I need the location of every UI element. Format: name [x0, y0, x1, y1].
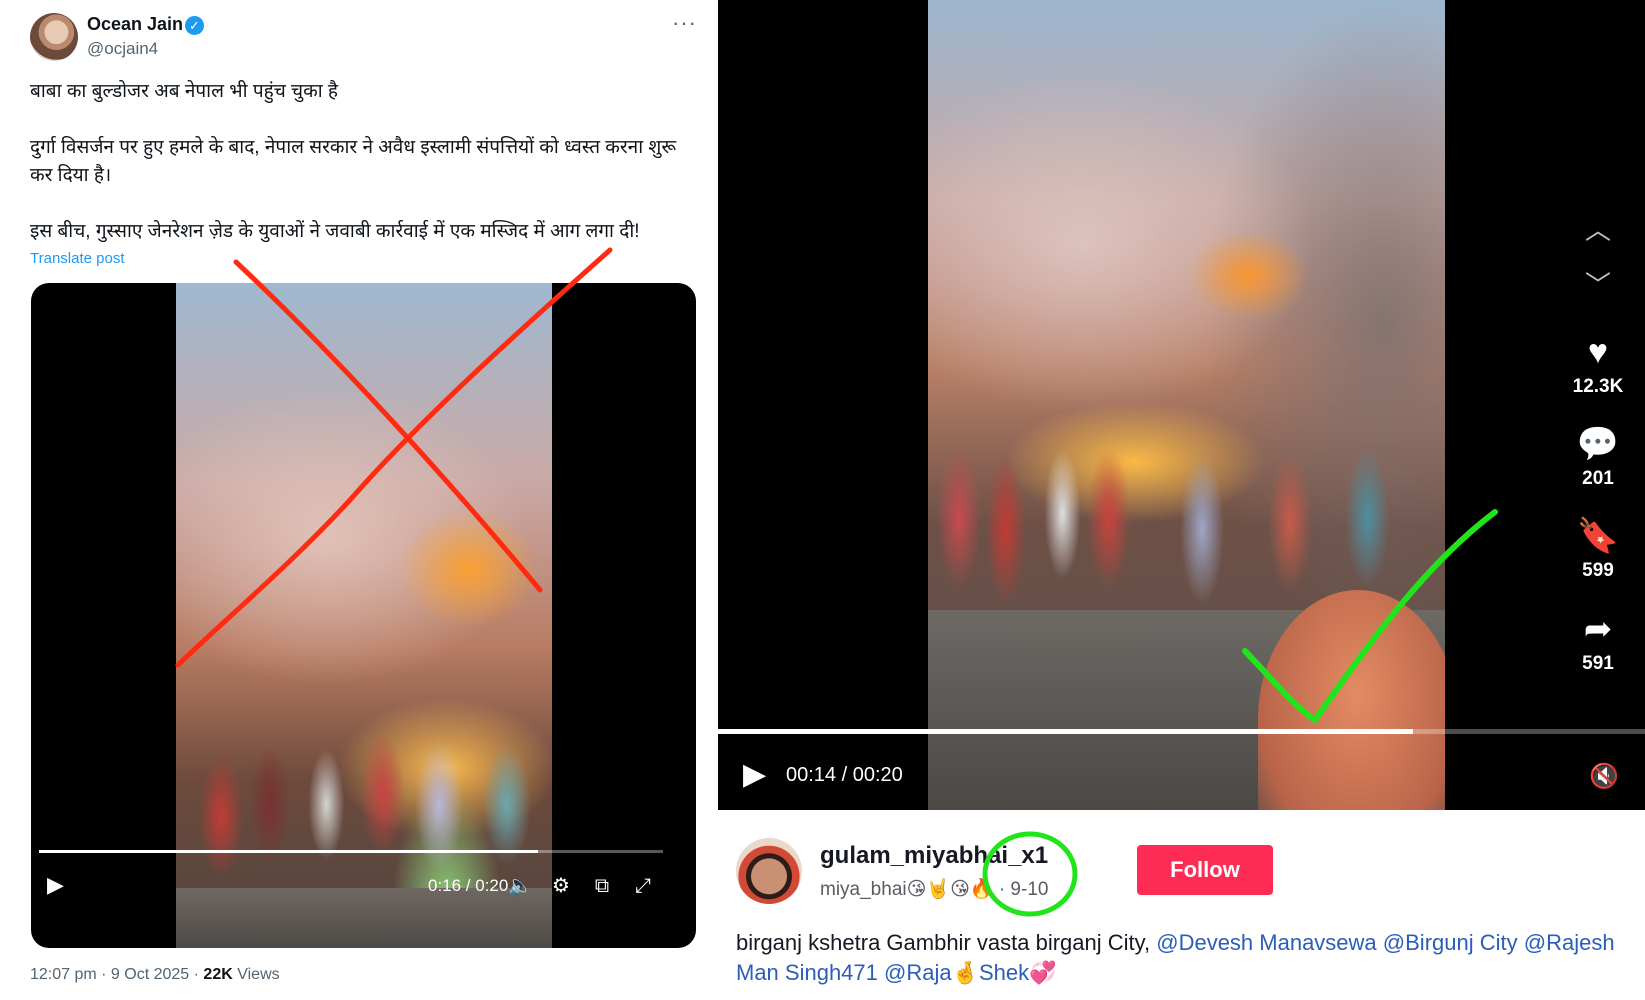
- verified-badge-icon: ✓: [185, 16, 204, 35]
- post-date: · 9-10: [998, 879, 1049, 900]
- play-icon[interactable]: ▶: [47, 870, 77, 900]
- views-count: 22K: [203, 966, 233, 983]
- comment-icon: 💬: [1576, 425, 1620, 463]
- mute-icon[interactable]: 🔇: [1584, 760, 1624, 794]
- ellipsis-icon[interactable]: ···: [672, 10, 697, 36]
- tweet-paragraph: इस बीच, गुस्साए जेनरेशन ज़ेड के युवाओं न…: [30, 221, 640, 242]
- video-progress-bar[interactable]: [39, 850, 663, 853]
- video-time: 0:16 / 0:20: [428, 876, 509, 895]
- comment-button[interactable]: 💬 201: [1570, 424, 1626, 490]
- creator-nickname-line: miya_bhai😘🤘😘🔥 · 9-10: [820, 877, 1048, 901]
- video-caption: birganj kshetra Gambhir vasta birganj Ci…: [736, 928, 1636, 988]
- video-frame-fire-scene: [928, 0, 1445, 810]
- settings-gear-icon[interactable]: ⚙: [547, 872, 575, 900]
- chevron-down-icon[interactable]: ﹀: [1580, 270, 1616, 300]
- picture-in-picture-icon[interactable]: ⧉: [588, 872, 616, 900]
- tiktok-post: ︿ ﹀ ♥ 12.3K 💬 201 🔖 599 ➦ 591 ▶ 00:14 / …: [718, 0, 1645, 1000]
- author-handle[interactable]: @ocjain4: [87, 39, 158, 59]
- share-button[interactable]: ➦ 591: [1570, 609, 1626, 675]
- post-meta: 12:07 pm · 9 Oct 2025 · 22K Views: [30, 966, 280, 983]
- comment-count: 201: [1582, 468, 1614, 489]
- video-progress-bar[interactable]: [718, 729, 1645, 734]
- caption-mention[interactable]: @Birgunj City: [1383, 930, 1518, 955]
- translate-post-link[interactable]: Translate post: [30, 250, 125, 267]
- save-button[interactable]: 🔖 599: [1570, 516, 1626, 582]
- creator-username[interactable]: gulam_miyabhai_x1: [820, 842, 1048, 870]
- follow-button[interactable]: Follow: [1137, 845, 1273, 895]
- share-count: 591: [1582, 653, 1614, 674]
- post-timestamp[interactable]: 12:07 pm · 9 Oct 2025: [30, 966, 189, 983]
- tweet-text: बाबा का बुल्डोजर अब नेपाल भी पहुंच चुका …: [30, 78, 695, 274]
- views-label: Views: [237, 966, 280, 983]
- tweet-post: Ocean Jain ✓ @ocjain4 ··· बाबा का बुल्डो…: [0, 0, 710, 1000]
- volume-icon[interactable]: 🔈: [506, 872, 534, 900]
- play-icon[interactable]: ▶: [743, 758, 773, 792]
- video-progress-fill: [718, 729, 1414, 734]
- bookmark-icon: 🔖: [1576, 517, 1620, 555]
- share-arrow-icon: ➦: [1583, 610, 1613, 648]
- creator-avatar[interactable]: [736, 838, 802, 904]
- creator-nickname: miya_bhai😘🤘😘🔥: [820, 879, 994, 900]
- fullscreen-icon[interactable]: ⤢: [629, 872, 657, 900]
- heart-icon: ♥: [1587, 333, 1609, 371]
- tiktok-video-player[interactable]: ︿ ﹀ ♥ 12.3K 💬 201 🔖 599 ➦ 591 ▶ 00:14 / …: [718, 0, 1645, 810]
- tweet-video-player[interactable]: ▶ 0:16 / 0:20 🔈 ⚙ ⧉ ⤢: [31, 283, 696, 948]
- like-count: 12.3K: [1572, 376, 1624, 397]
- caption-text: birganj kshetra Gambhir vasta birganj Ci…: [736, 930, 1151, 955]
- author-name[interactable]: Ocean Jain: [87, 14, 183, 35]
- save-count: 599: [1582, 560, 1614, 581]
- video-time: 00:14 / 00:20: [786, 764, 903, 786]
- author-avatar[interactable]: [30, 13, 78, 61]
- video-progress-fill: [39, 850, 539, 853]
- tweet-paragraph: दुर्गा विसर्जन पर हुए हमले के बाद, नेपाल…: [30, 137, 677, 186]
- caption-mention[interactable]: @Raja🤞Shek💞: [884, 960, 1057, 985]
- caption-mention[interactable]: @Devesh Manavsewa: [1156, 930, 1376, 955]
- video-frame-fire-scene: [176, 283, 552, 948]
- tweet-paragraph: बाबा का बुल्डोजर अब नेपाल भी पहुंच चुका …: [30, 81, 338, 102]
- chevron-up-icon[interactable]: ︿: [1580, 215, 1616, 245]
- like-button[interactable]: ♥ 12.3K: [1570, 332, 1626, 398]
